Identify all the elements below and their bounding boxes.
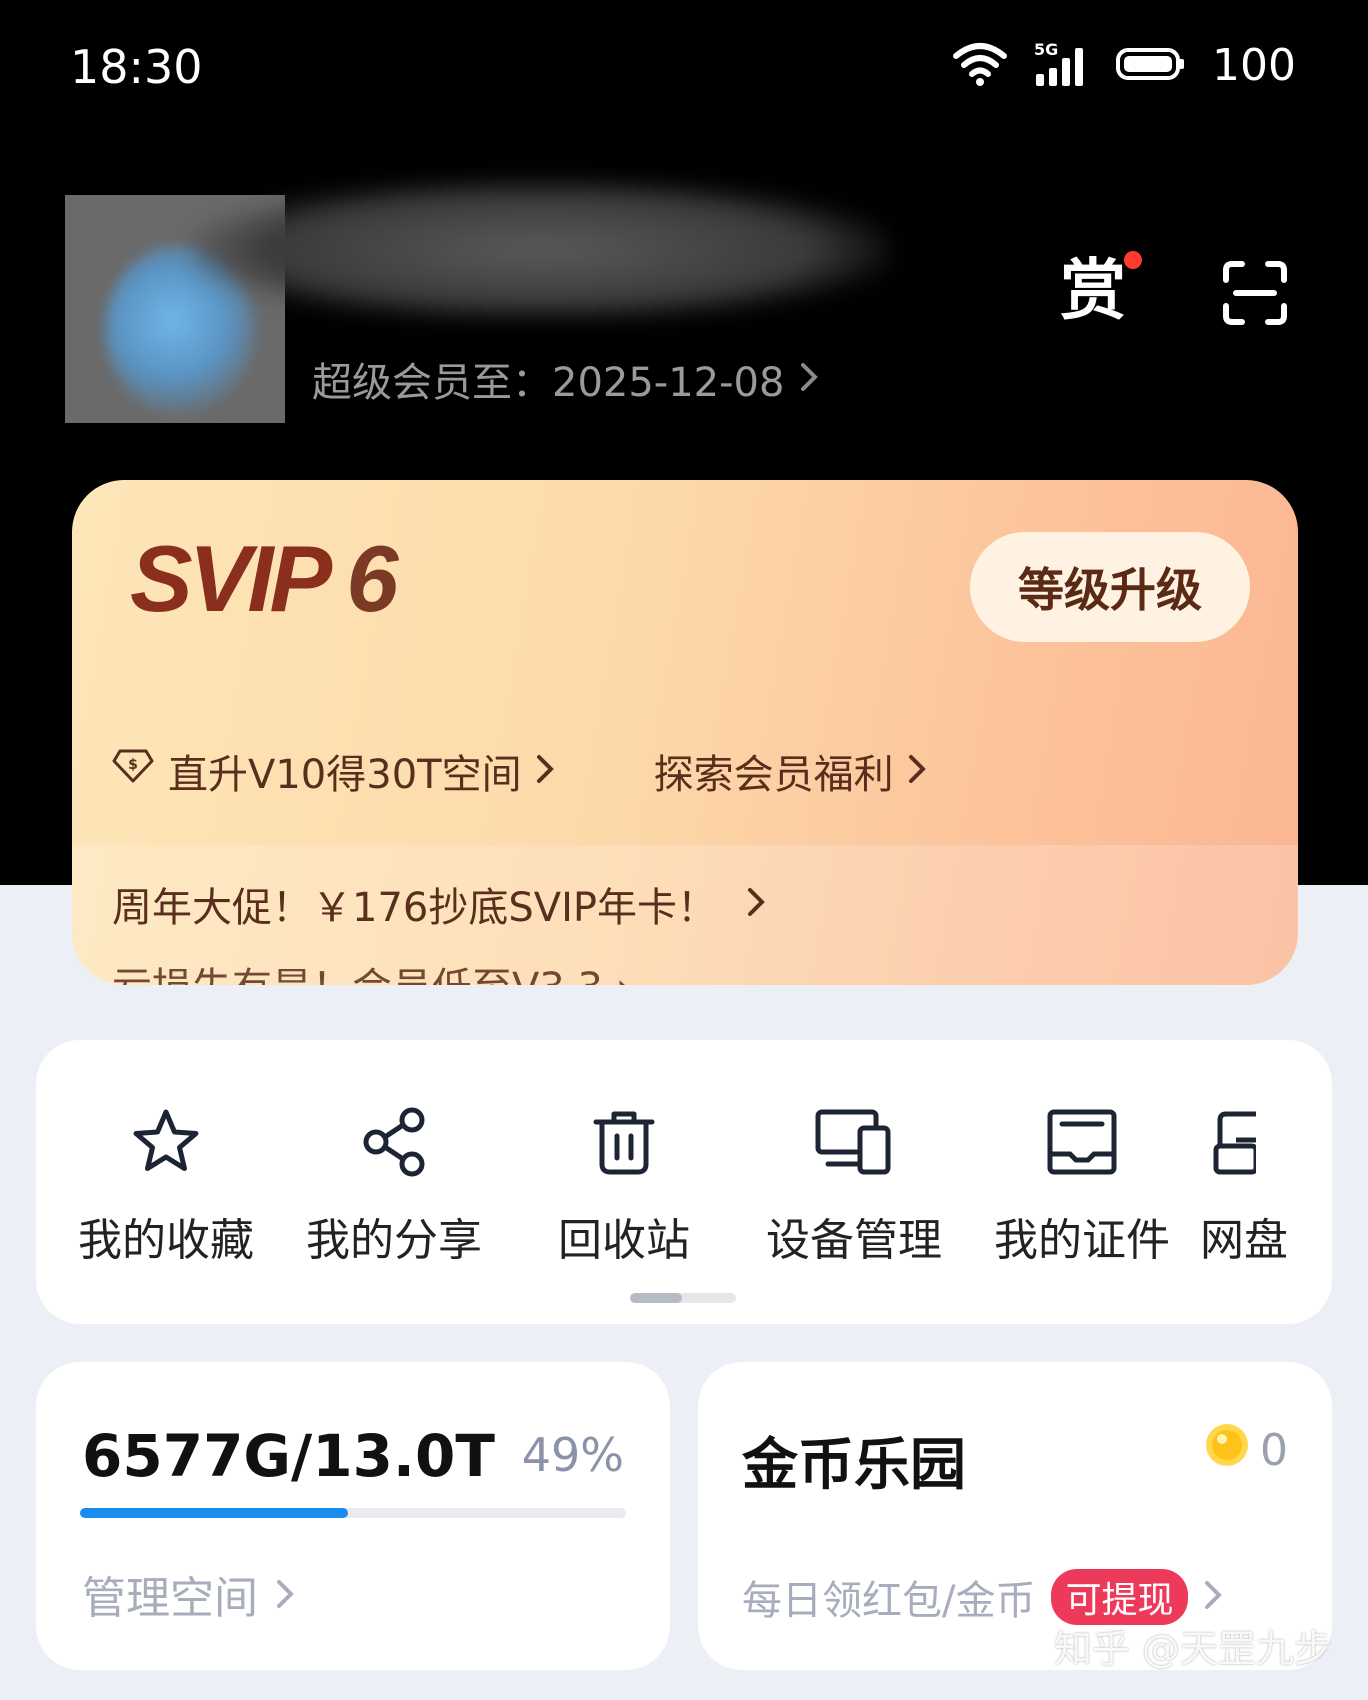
promo-item-next: 亏损失有是！会员低至V3.3 › xyxy=(112,955,632,985)
tool-device-management[interactable]: 设备管理 xyxy=(754,1106,954,1268)
svg-text:$: $ xyxy=(128,757,138,773)
wifi-icon xyxy=(952,42,1008,90)
storage-card[interactable]: 6577G/13.0T 49% 管理空间 xyxy=(36,1362,670,1670)
promo-ticker[interactable]: 周年大促！￥176抄底SVIP年卡！ 亏损失有是！会员低至V3.3 › xyxy=(72,845,1298,985)
tools-card: 我的收藏 我的分享 回收站 设备管理 我的证件 网盘 xyxy=(36,1040,1332,1324)
tool-label: 我的分享 xyxy=(306,1215,482,1266)
scan-icon xyxy=(1222,261,1288,330)
status-bar: 18:30 5G 100 xyxy=(0,0,1368,130)
upgrade-v10-label: 直升V10得30T空间 xyxy=(168,752,522,798)
reward-icon: 赏 xyxy=(1060,252,1126,329)
manage-space-label: 管理空间 xyxy=(82,1573,258,1624)
tool-label: 设备管理 xyxy=(766,1215,942,1266)
star-icon xyxy=(130,1106,202,1182)
tool-label: 网盘 xyxy=(1200,1215,1288,1266)
status-time: 18:30 xyxy=(70,40,203,94)
chevron-right-icon xyxy=(536,748,554,794)
explore-benefits-label: 探索会员福利 xyxy=(653,752,894,798)
promo-item[interactable]: 周年大促！￥176抄底SVIP年卡！ xyxy=(112,875,765,933)
trash-icon xyxy=(588,1106,660,1182)
storage-progress-bar xyxy=(80,1508,626,1518)
storage-progress-fill xyxy=(80,1508,348,1518)
vip-links: $ 直升V10得30T空间 探索会员福利 xyxy=(112,742,926,800)
coupon-icon: $ xyxy=(112,747,154,795)
explore-benefits-link[interactable]: 探索会员福利 xyxy=(654,742,926,800)
chevron-right-icon xyxy=(800,356,819,402)
tool-favorites[interactable]: 我的收藏 xyxy=(66,1106,266,1268)
manage-space-link[interactable]: 管理空间 xyxy=(82,1562,294,1626)
withdrawable-badge: 可提现 xyxy=(1051,1569,1188,1625)
tool-drive[interactable]: 网盘 xyxy=(1200,1106,1320,1268)
tool-label: 我的证件 xyxy=(994,1215,1170,1266)
chevron-right-icon xyxy=(747,881,765,927)
tool-my-documents[interactable]: 我的证件 xyxy=(982,1106,1182,1268)
promo-text: 周年大促！￥176抄底SVIP年卡！ xyxy=(112,885,718,931)
id-card-icon xyxy=(1046,1106,1118,1182)
coin-park-title: 金币乐园 xyxy=(742,1433,966,1498)
tool-label: 我的收藏 xyxy=(78,1215,254,1266)
storage-usage-text: 6577G/13.0T xyxy=(82,1422,495,1490)
member-expiry-text: 超级会员至：2025-12-08 xyxy=(312,360,785,406)
tool-label: 回收站 xyxy=(558,1215,690,1266)
notification-dot xyxy=(1124,251,1142,269)
watermark: 知乎 @天罡九步 xyxy=(1053,1627,1332,1671)
scan-button[interactable] xyxy=(1222,260,1288,330)
chevron-right-icon xyxy=(1204,1574,1222,1620)
member-expiry-link[interactable]: 超级会员至：2025-12-08 xyxy=(312,350,819,408)
upgrade-v10-link[interactable]: $ 直升V10得30T空间 xyxy=(112,742,554,800)
coin-balance-value: 0 xyxy=(1260,1425,1288,1476)
scroll-thumb xyxy=(630,1293,682,1303)
storage-percentage: 49% xyxy=(521,1428,624,1482)
vip-card[interactable]: SVIP 6 等级升级 $ 直升V10得30T空间 探索会员福利 周年大促！￥17… xyxy=(72,480,1298,985)
battery-level: 100 xyxy=(1212,40,1296,91)
daily-rewards-label: 每日领红包/金币 xyxy=(742,1578,1036,1624)
chevron-right-icon xyxy=(908,748,926,794)
reward-button[interactable]: 赏 xyxy=(1060,251,1142,329)
vip-level-prefix: SVIP xyxy=(130,526,332,631)
share-icon xyxy=(358,1106,430,1182)
tool-recycle-bin[interactable]: 回收站 xyxy=(524,1106,724,1268)
drive-icon xyxy=(1212,1106,1259,1182)
username-blurred xyxy=(190,180,890,320)
tool-shares[interactable]: 我的分享 xyxy=(294,1106,494,1268)
status-icons: 5G 100 xyxy=(952,40,1296,91)
cellular-signal-icon: 5G xyxy=(1034,40,1090,88)
battery-icon xyxy=(1116,46,1186,86)
vip-level-badge: SVIP 6 xyxy=(130,525,399,633)
tools-scroll-indicator xyxy=(630,1293,736,1303)
gold-coin-icon xyxy=(1204,1422,1250,1479)
chevron-right-icon xyxy=(276,1569,294,1620)
coin-balance: 0 xyxy=(1204,1422,1288,1479)
vip-level-number: 6 xyxy=(346,526,398,631)
upgrade-level-button[interactable]: 等级升级 xyxy=(970,532,1250,642)
devices-icon xyxy=(814,1106,894,1182)
